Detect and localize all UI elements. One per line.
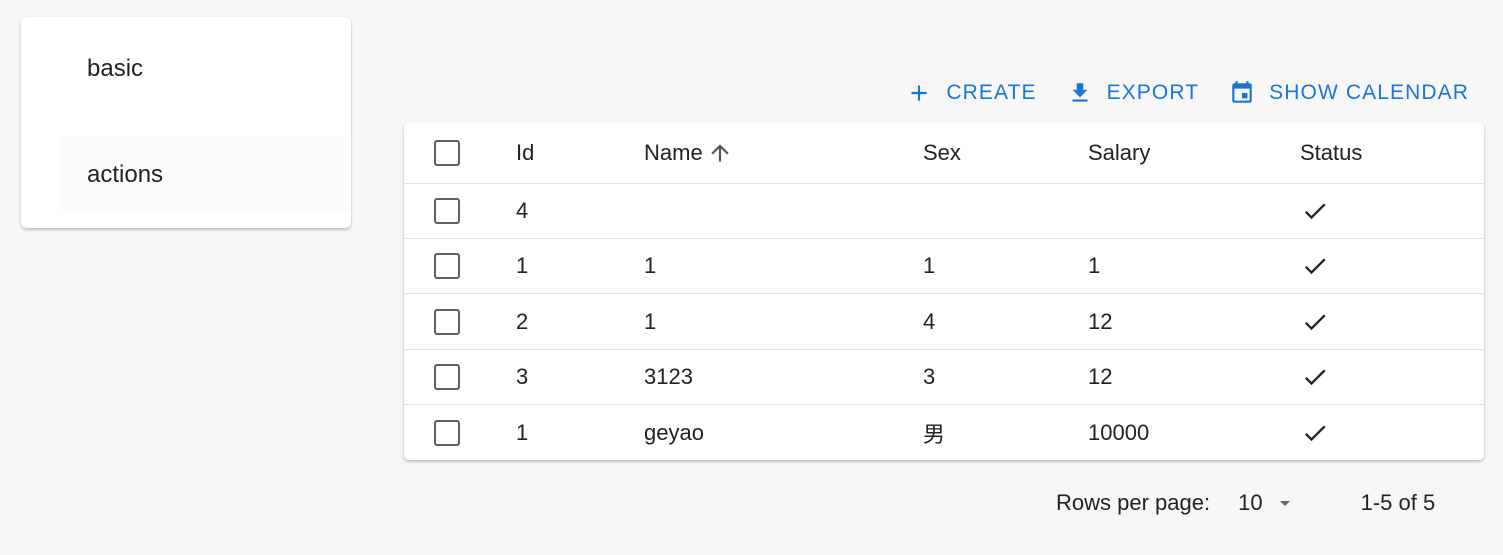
rows-per-page-label: Rows per page: — [1056, 490, 1211, 515]
cell-salary: 12 — [1088, 308, 1113, 334]
row-checkbox[interactable] — [434, 308, 460, 335]
create-button[interactable]: CREATE — [906, 80, 1036, 106]
dropdown-arrow-icon — [1279, 501, 1290, 506]
table-row[interactable]: 1 1 1 1 — [404, 239, 1484, 294]
row-select-cell — [434, 405, 460, 460]
column-header-salary[interactable]: Salary — [1088, 122, 1150, 183]
check-icon — [1304, 203, 1326, 219]
cell-status — [1301, 183, 1329, 238]
data-table: Id Name Sex Salary Status 4 1 1 1 1 2 1 … — [404, 122, 1484, 460]
cell-name: geyao — [644, 419, 704, 445]
cell-sex: 3 — [923, 364, 936, 389]
cell-sex: 男 — [923, 422, 946, 448]
export-button[interactable]: EXPORT — [1067, 80, 1200, 106]
table-row[interactable]: 2 1 4 12 — [404, 294, 1484, 350]
cell-id: 1 — [516, 253, 529, 278]
cell-id: 1 — [516, 419, 529, 445]
pagination: Rows per page: 10 1-5 of 5 — [1056, 485, 1435, 521]
menu-item-label: actions — [87, 161, 164, 188]
cell-id: 3 — [516, 364, 529, 389]
download-icon — [1072, 83, 1088, 102]
row-checkbox[interactable] — [434, 253, 460, 279]
check-icon — [1304, 425, 1326, 441]
show-calendar-button-label: SHOW CALENDAR — [1269, 81, 1469, 104]
toolbar: CREATE EXPORT SHOW CALENDAR — [906, 74, 1469, 112]
cell-salary: 12 — [1088, 364, 1113, 389]
table-row[interactable]: 4 — [404, 183, 1484, 239]
rows-per-page-select[interactable]: 10 — [1238, 490, 1296, 516]
column-header-status[interactable]: Status — [1300, 122, 1362, 183]
row-select-cell — [434, 294, 460, 349]
row-select-cell — [434, 183, 460, 238]
plus-icon — [911, 85, 927, 101]
row-checkbox[interactable] — [434, 197, 460, 224]
cell-salary: 1 — [1088, 253, 1101, 278]
cell-status — [1301, 405, 1329, 460]
table-header-row: Id Name Sex Salary Status — [404, 122, 1484, 184]
cell-id: 2 — [516, 308, 529, 334]
arrow-up-icon — [711, 143, 729, 162]
cell-status — [1301, 350, 1329, 404]
row-select-cell — [434, 239, 460, 293]
select-all-cell — [434, 122, 460, 183]
row-checkbox[interactable] — [434, 419, 460, 446]
table-row[interactable]: 3 3123 3 12 — [404, 350, 1484, 405]
calendar-icon — [1232, 81, 1252, 103]
menu-item-label: basic — [87, 55, 144, 82]
column-header-label: Id — [516, 139, 535, 165]
column-header-label: Sex — [923, 139, 961, 165]
check-icon — [1304, 314, 1326, 330]
export-button-label: EXPORT — [1106, 81, 1200, 104]
menu-card: basic actions — [21, 17, 351, 228]
rows-per-page-value: 10 — [1238, 490, 1263, 515]
cell-name: 3123 — [644, 364, 693, 389]
column-header-label: Name — [644, 139, 703, 165]
cell-name: 1 — [644, 308, 657, 334]
column-header-label: Salary — [1088, 139, 1151, 165]
pagination-range: 1-5 of 5 — [1360, 490, 1436, 515]
cell-name: 1 — [644, 253, 657, 278]
show-calendar-button[interactable]: SHOW CALENDAR — [1229, 80, 1469, 106]
cell-status — [1301, 239, 1329, 293]
column-header-id[interactable]: Id — [516, 122, 534, 183]
column-header-name[interactable]: Name — [644, 122, 733, 183]
table-row[interactable]: 1 geyao 男 10000 — [404, 405, 1484, 460]
menu-item-actions[interactable]: actions — [61, 137, 351, 213]
cell-status — [1301, 294, 1329, 349]
cell-sex: 1 — [923, 253, 936, 278]
row-select-cell — [434, 350, 460, 404]
create-button-label: CREATE — [946, 81, 1037, 104]
check-icon — [1304, 258, 1326, 275]
cell-salary: 10000 — [1088, 419, 1150, 445]
row-checkbox[interactable] — [434, 364, 460, 390]
select-all-checkbox[interactable] — [434, 139, 460, 166]
menu-item-basic[interactable]: basic — [61, 31, 351, 107]
check-icon — [1304, 369, 1326, 386]
column-header-sex[interactable]: Sex — [923, 122, 961, 183]
column-header-label: Status — [1300, 139, 1363, 165]
cell-id: 4 — [516, 197, 529, 223]
cell-sex: 4 — [923, 308, 936, 334]
